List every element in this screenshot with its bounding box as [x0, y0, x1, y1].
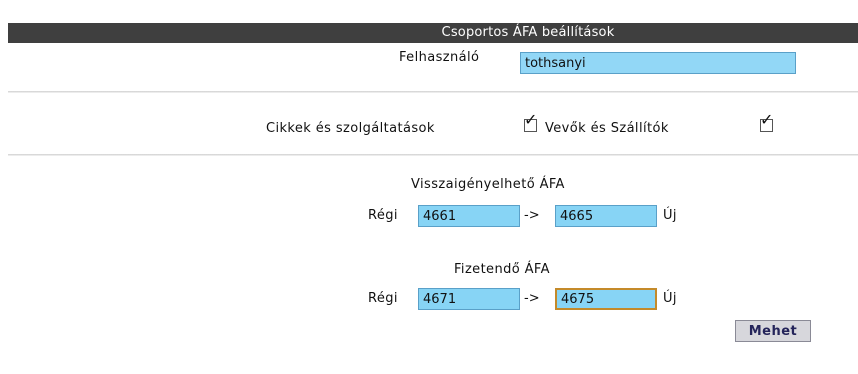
checkmark-icon: ✓ [760, 110, 774, 129]
partners-checkbox[interactable]: ✓ [760, 112, 773, 132]
items-label: Cikkek és szolgáltatások [266, 121, 435, 136]
reclaimable-new-label: Új [663, 208, 677, 223]
page-title: Csoportos ÁFA beállítások [441, 25, 615, 40]
items-checkbox[interactable]: ✓ [524, 112, 537, 132]
payable-new-label: Új [663, 291, 677, 306]
reclaimable-old-field[interactable] [418, 205, 520, 227]
payable-arrow: -> [524, 291, 540, 306]
reclaimable-old-label: Régi [368, 208, 398, 223]
checkmark-icon: ✓ [524, 110, 538, 129]
user-field[interactable] [520, 52, 796, 74]
payable-old-field[interactable] [418, 288, 520, 310]
submit-button[interactable]: Mehet [735, 320, 811, 342]
payable-new-field[interactable] [555, 288, 657, 310]
payable-old-label: Régi [368, 291, 398, 306]
payable-title: Fizetendő ÁFA [454, 262, 550, 277]
user-label: Felhasználó [399, 50, 480, 65]
divider-bottom [8, 154, 858, 156]
reclaimable-new-field[interactable] [555, 205, 657, 227]
partners-label: Vevők és Szállítók [545, 121, 669, 136]
reclaimable-title: Visszaigényelhető ÁFA [411, 177, 565, 192]
reclaimable-arrow: -> [524, 208, 540, 223]
divider-top [8, 91, 858, 93]
header-bar: Csoportos ÁFA beállítások [8, 23, 858, 43]
